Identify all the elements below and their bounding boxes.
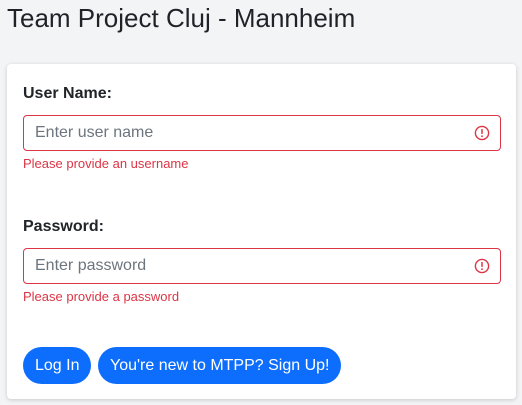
- login-card: User Name: Please provide an username Pa…: [7, 64, 516, 399]
- username-label: User Name:: [23, 85, 112, 102]
- signup-button[interactable]: You're new to MTPP? Sign Up!: [98, 347, 342, 384]
- error-alert-icon: [474, 125, 490, 141]
- error-alert-icon: [474, 258, 490, 274]
- page: Team Project Cluj - Mannheim User Name: …: [0, 0, 522, 405]
- login-button[interactable]: Log In: [23, 347, 92, 384]
- password-input[interactable]: [24, 249, 464, 283]
- username-error-text: Please provide an username: [23, 156, 189, 171]
- password-error-text: Please provide a password: [23, 289, 180, 304]
- page-title: Team Project Cluj - Mannheim: [7, 3, 356, 33]
- username-field-wrapper: [23, 115, 501, 151]
- password-field-wrapper: [23, 248, 501, 284]
- username-input[interactable]: [24, 116, 464, 150]
- password-label: Password:: [23, 218, 104, 235]
